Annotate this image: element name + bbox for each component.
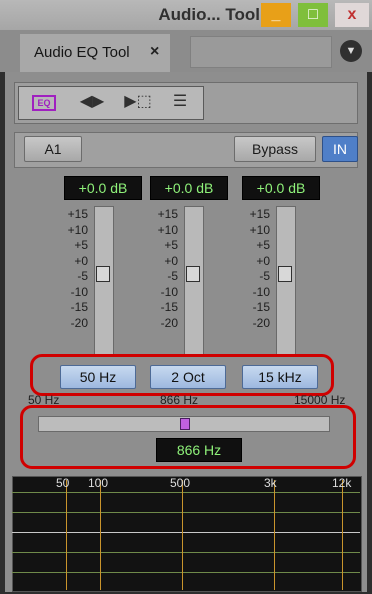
scale-tick: -20 xyxy=(252,315,270,330)
tab-close-icon[interactable]: × xyxy=(150,43,159,61)
marker-line xyxy=(274,480,275,590)
swap-icon[interactable]: ◀▶ xyxy=(72,88,112,116)
scale-tick: -10 xyxy=(70,284,88,299)
scale-tick: -5 xyxy=(77,269,88,283)
split-view-icon[interactable]: ☰ xyxy=(160,88,200,116)
scale-tick: +10 xyxy=(249,222,270,237)
low-gain-display: +0.0 dB xyxy=(64,176,142,200)
graph-label: 12k xyxy=(332,476,352,490)
high-gain-thumb[interactable] xyxy=(278,266,292,282)
window-title: Audio... Tool xyxy=(158,5,260,24)
mid-scale: +15 +10 +5 +0 -5 -10 -15 -20 xyxy=(144,207,178,357)
scale-tick: +5 xyxy=(74,238,88,252)
scale-tick: +5 xyxy=(256,238,270,252)
close-window-button[interactable]: x xyxy=(335,3,369,27)
low-gain-thumb[interactable] xyxy=(96,266,110,282)
scale-tick: +10 xyxy=(157,222,178,237)
scale-tick: +5 xyxy=(164,238,178,252)
marker-line xyxy=(66,480,67,590)
scale-tick: +15 xyxy=(157,207,178,221)
eq-mode-icon[interactable]: EQ xyxy=(24,88,64,116)
marker-line xyxy=(182,480,183,590)
scale-tick: +15 xyxy=(67,207,88,221)
scale-tick: +0 xyxy=(74,253,88,268)
channel-button[interactable]: A1 xyxy=(24,136,82,162)
scale-tick: +0 xyxy=(256,253,270,268)
grid-line xyxy=(12,512,360,513)
scale-tick: -5 xyxy=(259,269,270,283)
highlight-ring xyxy=(20,405,356,469)
graph-label: 3k xyxy=(264,476,277,490)
scale-tick: -15 xyxy=(252,300,270,314)
tab-label: Audio EQ Tool xyxy=(34,44,130,61)
mid-gain-display: +0.0 dB xyxy=(150,176,228,200)
eq-graph xyxy=(12,476,362,592)
maximize-button[interactable]: □ xyxy=(298,3,328,27)
panel-menu-icon[interactable]: ▼ xyxy=(340,40,362,62)
scale-tick: -10 xyxy=(160,284,178,299)
zero-line xyxy=(12,532,360,533)
scale-tick: -15 xyxy=(70,300,88,314)
scale-tick: +0 xyxy=(164,253,178,268)
scale-tick: -20 xyxy=(70,315,88,330)
marker-line xyxy=(100,480,101,590)
scale-tick: -20 xyxy=(160,315,178,330)
grid-line xyxy=(12,492,360,493)
graph-label: 100 xyxy=(88,476,109,490)
scale-tick: +10 xyxy=(67,222,88,237)
empty-tab-slot xyxy=(190,36,332,68)
scale-tick: -15 xyxy=(160,300,178,314)
grid-line xyxy=(12,572,360,573)
scale-tick: +15 xyxy=(249,207,270,221)
high-scale: +15 +10 +5 +0 -5 -10 -15 -20 xyxy=(236,207,270,357)
graph-label: 50 xyxy=(56,476,70,490)
graph-label: 500 xyxy=(170,476,191,490)
scale-tick: -10 xyxy=(252,284,270,299)
minimize-button[interactable]: _ xyxy=(261,3,291,27)
frame-icon[interactable]: ▶⬚ xyxy=(118,88,158,116)
eq-label: EQ xyxy=(32,95,56,111)
bypass-button[interactable]: Bypass xyxy=(234,136,316,162)
mid-gain-thumb[interactable] xyxy=(186,266,200,282)
grid-line xyxy=(12,552,360,553)
high-gain-display: +0.0 dB xyxy=(242,176,320,200)
scale-tick: -5 xyxy=(167,269,178,283)
low-scale: +15 +10 +5 +0 -5 -10 -15 -20 xyxy=(54,207,88,357)
marker-line xyxy=(342,480,343,590)
highlight-ring xyxy=(30,354,334,396)
in-button[interactable]: IN xyxy=(322,136,358,162)
